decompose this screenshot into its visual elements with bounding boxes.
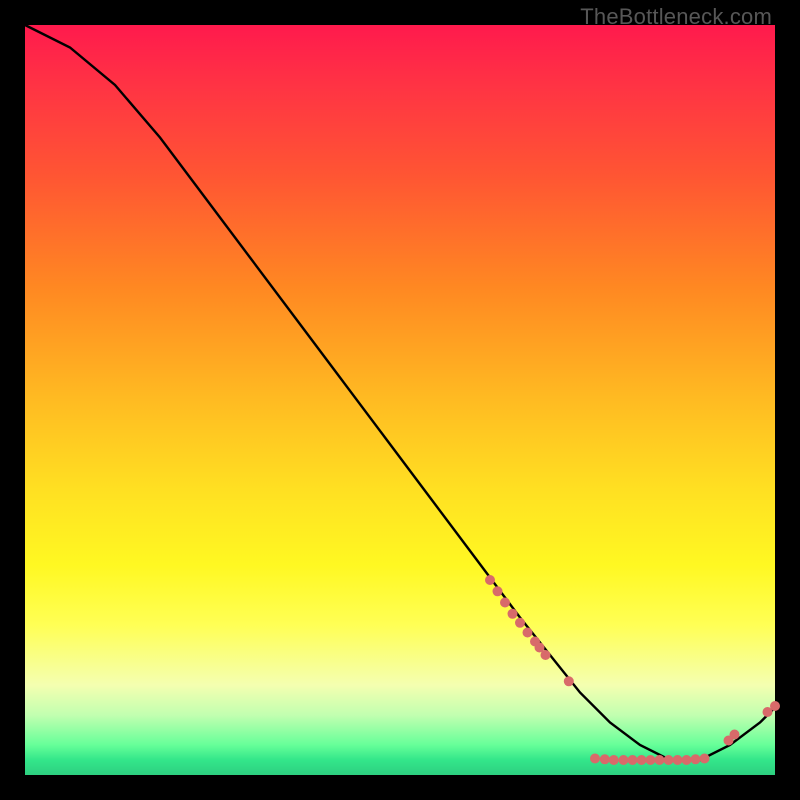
marker-point <box>730 730 740 740</box>
marker-point <box>691 754 701 764</box>
marker-point <box>485 575 495 585</box>
marker-point <box>619 755 629 765</box>
marker-point <box>673 755 683 765</box>
highlight-points <box>485 575 780 765</box>
marker-point <box>682 755 692 765</box>
marker-point <box>523 628 533 638</box>
marker-point <box>655 755 665 765</box>
marker-point <box>508 609 518 619</box>
marker-point <box>500 598 510 608</box>
bottleneck-curve <box>25 25 775 760</box>
marker-point <box>564 676 574 686</box>
marker-point <box>600 754 610 764</box>
marker-point <box>515 618 525 628</box>
watermark-text: TheBottleneck.com <box>580 4 772 30</box>
marker-point <box>700 754 710 764</box>
marker-point <box>541 650 551 660</box>
marker-point <box>664 755 674 765</box>
marker-point <box>493 586 503 596</box>
marker-point <box>590 754 600 764</box>
plot-area <box>25 25 775 775</box>
marker-point <box>609 755 619 765</box>
marker-point <box>637 755 647 765</box>
marker-point <box>646 755 656 765</box>
marker-point <box>770 701 780 711</box>
marker-point <box>628 755 638 765</box>
curve-layer <box>25 25 775 775</box>
chart-frame: TheBottleneck.com <box>0 0 800 800</box>
